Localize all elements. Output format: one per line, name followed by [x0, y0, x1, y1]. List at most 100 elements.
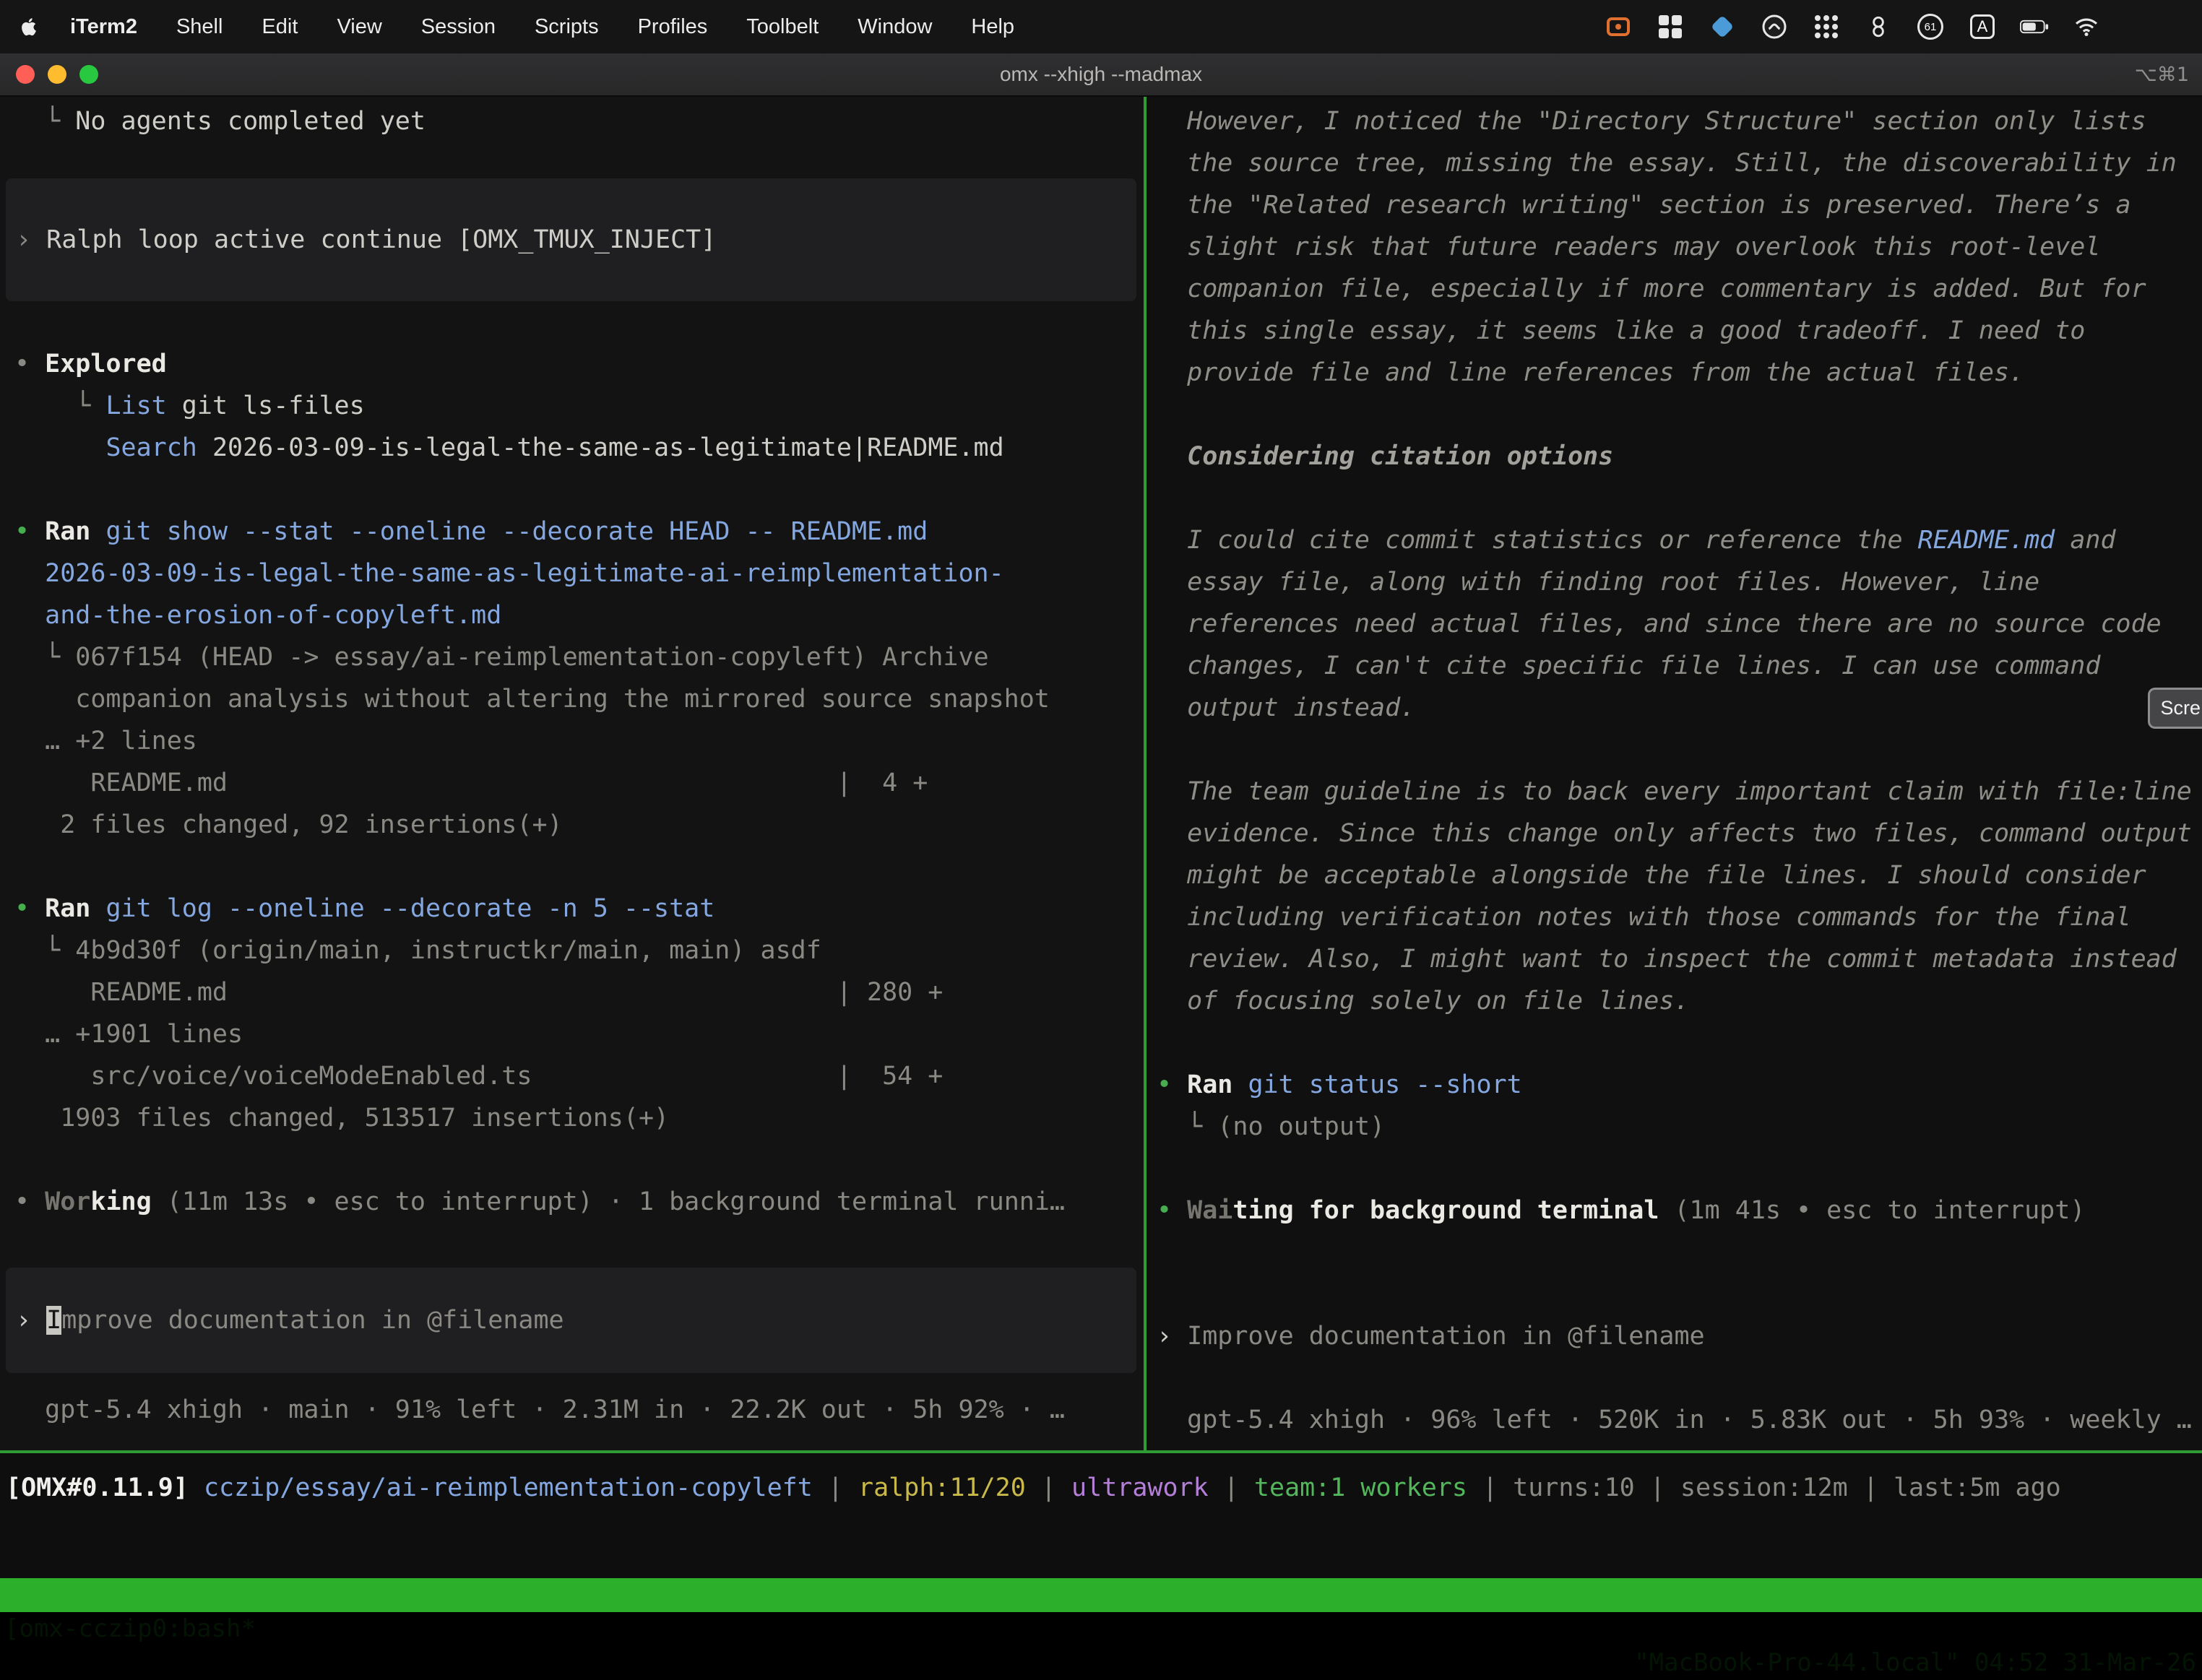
terminal-line: including verification notes with those … — [1157, 896, 2202, 938]
text-segment: the source tree, missing the essay. Stil… — [1157, 149, 2177, 178]
app-launcher-grid-icon[interactable] — [1812, 12, 1841, 41]
menu-item-edit[interactable]: Edit — [242, 15, 317, 39]
prompt-input[interactable]: › Improve documentation in @filename — [6, 1268, 1136, 1373]
menu-item-help[interactable]: Help — [951, 15, 1034, 39]
terminal-line: └ 067f154 (HEAD -> essay/ai-reimplementa… — [14, 636, 1144, 678]
raycast-icon[interactable] — [1708, 12, 1737, 41]
text-segment: session:12m — [1680, 1473, 1848, 1502]
apple-menu[interactable] — [19, 16, 40, 38]
text-segment: Ran — [1187, 1070, 1232, 1099]
window-title: omx --xhigh --madmax — [0, 63, 2202, 86]
window-grid-icon[interactable] — [1656, 12, 1685, 41]
minimize-window-button[interactable] — [48, 65, 66, 84]
text-segment: turns:10 — [1513, 1473, 1635, 1502]
window-title-bar: omx --xhigh --madmax ⌥⌘1 — [0, 53, 2202, 97]
text-segment: ting for background terminal — [1232, 1196, 1659, 1225]
text-segment: 1903 files changed, 513517 insertions(+) — [14, 1104, 669, 1133]
terminal-line: README.md | 4 + — [14, 762, 1144, 804]
terminal-line: └ 4b9d30f (origin/main, instructkr/main,… — [14, 930, 1144, 971]
screen-edge-chip[interactable]: Scre — [2148, 688, 2202, 729]
terminal-line: slight risk that future readers may over… — [1157, 226, 2202, 268]
text-segment: companion analysis without altering the … — [14, 685, 1050, 714]
blank-line — [1157, 394, 2202, 436]
session-stats: gpt-5.4 xhigh · main · 91% left · 2.31M … — [14, 1389, 1144, 1431]
text-segment: git show --stat --oneline --decorate HEA… — [90, 517, 928, 546]
terminal-line: references need actual files, and since … — [1157, 603, 2202, 645]
text-segment: src/voice/voiceModeEnabled.ts | 54 + — [14, 1062, 943, 1091]
menu-item-scripts[interactable]: Scripts — [515, 15, 618, 39]
text-segment: | — [1635, 1473, 1680, 1502]
loop-glyph — [1866, 14, 1891, 39]
text-segment: output instead. — [1157, 693, 1415, 722]
text-segment: README.md | 4 + — [14, 768, 928, 797]
text-segment: last:5m ago — [1894, 1473, 2061, 1502]
assistant-glyph — [1761, 14, 1787, 40]
text-segment: └ — [14, 107, 75, 136]
text-segment: Considering citation options — [1187, 442, 1613, 471]
battery-gauge-icon[interactable]: 61 — [1916, 12, 1945, 41]
close-window-button[interactable] — [16, 65, 35, 84]
text-segment: | — [1467, 1473, 1513, 1502]
terminal-line: output instead. — [1157, 687, 2202, 729]
text-segment: slight risk that future readers may over… — [1157, 233, 2100, 261]
menu-item-toolbelt[interactable]: Toolbelt — [727, 15, 838, 39]
text-segment: essay file, along with finding root file… — [1157, 568, 2039, 597]
menu-item-window[interactable]: Window — [838, 15, 951, 39]
terminal-line: 1903 files changed, 513517 insertions(+) — [14, 1097, 1144, 1139]
input-source-letter: A — [1977, 17, 1988, 36]
input-source-icon[interactable]: A — [1968, 12, 1997, 41]
terminal-line: The team guideline is to back every impo… — [1157, 771, 2202, 813]
terminal-line: README.md | 280 + — [14, 971, 1144, 1013]
ralph-loop-banner: › Ralph loop active continue [OMX_TMUX_I… — [16, 219, 1136, 261]
screen-recording-icon[interactable] — [1604, 12, 1633, 41]
text-segment: • — [14, 350, 45, 378]
text-segment: › — [16, 1306, 46, 1335]
text-segment: evidence. Since this change only affects… — [1157, 819, 2192, 848]
terminal-line: essay file, along with finding root file… — [1157, 561, 2202, 603]
infinity-loop-icon[interactable] — [1864, 12, 1893, 41]
text-segment: List — [105, 391, 166, 420]
menu-item-iterm2[interactable]: iTerm2 — [51, 15, 157, 39]
menu-item-session[interactable]: Session — [402, 15, 515, 39]
ai-assistant-icon[interactable] — [1760, 12, 1789, 41]
text-segment: The team guideline is to back every impo… — [1157, 777, 2192, 806]
menu-item-shell[interactable]: Shell — [157, 15, 243, 39]
terminal-line: … +2 lines — [14, 720, 1144, 762]
battery-icon[interactable] — [2020, 12, 2049, 41]
text-segment: Explored — [45, 350, 167, 378]
pane-right-content: However, I noticed the "Directory Struct… — [1147, 97, 2202, 1441]
gauge-value: 61 — [1925, 21, 1937, 33]
terminal-line: this single essay, it seems like a good … — [1157, 310, 2202, 352]
text-segment: However, I noticed the "Directory Struct… — [1157, 107, 2146, 136]
wifi-icon[interactable] — [2072, 12, 2101, 41]
apple-logo-icon — [19, 16, 40, 38]
zoom-window-button[interactable] — [79, 65, 98, 84]
menu-item-profiles[interactable]: Profiles — [618, 15, 727, 39]
blank-line — [14, 469, 1144, 511]
text-segment: └ — [14, 391, 105, 420]
pane-divider-horizontal — [0, 1450, 2202, 1453]
agent-waiting-status: • Waiting for background terminal (1m 41… — [1157, 1190, 2202, 1231]
wifi-glyph — [2073, 17, 2099, 37]
tmux-status-bar: [omx-cczip0:bash* "MacBook-Pro-44.local"… — [0, 1578, 2202, 1612]
text-segment: › — [16, 225, 46, 254]
terminal-line: review. Also, I might want to inspect th… — [1157, 938, 2202, 980]
blank-line — [1157, 1231, 2202, 1273]
text-segment: | — [1209, 1473, 1254, 1502]
traffic-lights — [0, 65, 98, 84]
text-segment — [1157, 442, 1187, 471]
text-segment: • — [1157, 1070, 1187, 1099]
text-segment: this single essay, it seems like a good … — [1157, 316, 2085, 345]
terminal-line: 2026-03-09-is-legal-the-same-as-legitima… — [14, 553, 1144, 594]
text-segment: ultrawork — [1071, 1473, 1209, 1502]
text-cursor: I — [46, 1306, 61, 1335]
text-segment: review. Also, I might want to inspect th… — [1157, 945, 2177, 974]
menu-item-view[interactable]: View — [317, 15, 401, 39]
text-segment: | — [813, 1473, 858, 1502]
terminal-pane-right[interactable]: However, I noticed the "Directory Struct… — [1147, 97, 2202, 1450]
text-segment: └ — [14, 643, 75, 672]
text-segment: • — [14, 1187, 45, 1216]
blank-line — [1157, 1022, 2202, 1064]
terminal-pane-left[interactable]: └ No agents completed yet› Ralph loop ac… — [0, 97, 1144, 1450]
text-segment: references need actual files, and since … — [1157, 610, 2162, 638]
